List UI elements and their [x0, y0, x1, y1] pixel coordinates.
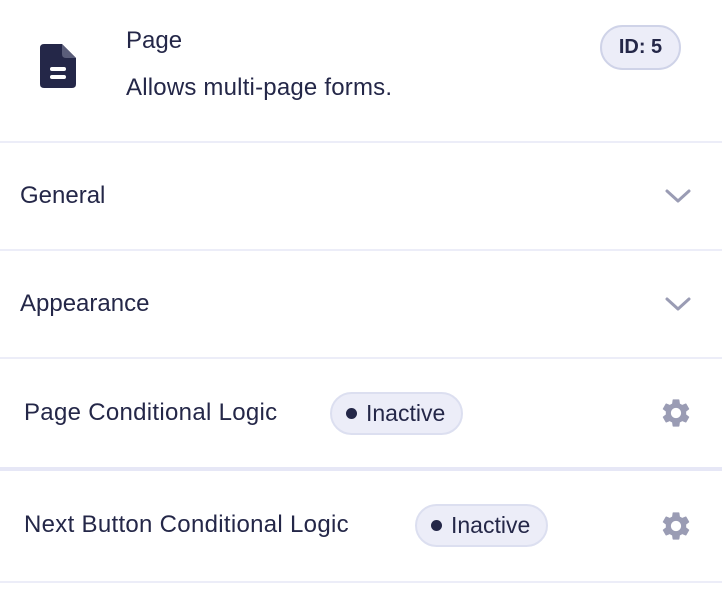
gear-icon[interactable]: [659, 509, 693, 543]
next-button-conditional-logic-label: Next Button Conditional Logic: [24, 511, 349, 538]
section-appearance-title: Appearance: [20, 290, 150, 317]
field-id-badge: ID: 5: [600, 25, 681, 70]
field-header: Page Allows multi-page forms. ID: 5: [0, 0, 722, 143]
page-logic-status-text: Inactive: [366, 400, 446, 426]
section-general-title: General: [20, 182, 106, 209]
next-button-conditional-logic-row: Next Button Conditional Logic Inactive: [0, 471, 722, 581]
field-title: Page: [126, 27, 183, 54]
section-general[interactable]: General: [0, 143, 722, 251]
chevron-down-icon: [665, 189, 691, 203]
page-conditional-logic-row: Page Conditional Logic Inactive: [0, 359, 722, 467]
next-button-logic-status-badge: Inactive: [415, 504, 549, 547]
status-dot: [346, 408, 357, 419]
document-icon: [40, 44, 76, 88]
page-logic-status-badge: Inactive: [330, 392, 464, 435]
gear-icon[interactable]: [659, 396, 693, 430]
field-description: Allows multi-page forms.: [126, 74, 393, 101]
next-button-logic-status-text: Inactive: [451, 512, 531, 538]
section-appearance[interactable]: Appearance: [0, 251, 722, 359]
field-settings-panel: Page Allows multi-page forms. ID: 5 Gene…: [0, 0, 722, 596]
status-dot: [431, 520, 442, 531]
chevron-down-icon: [665, 297, 691, 311]
row-divider: [0, 581, 722, 583]
page-conditional-logic-label: Page Conditional Logic: [24, 399, 278, 426]
